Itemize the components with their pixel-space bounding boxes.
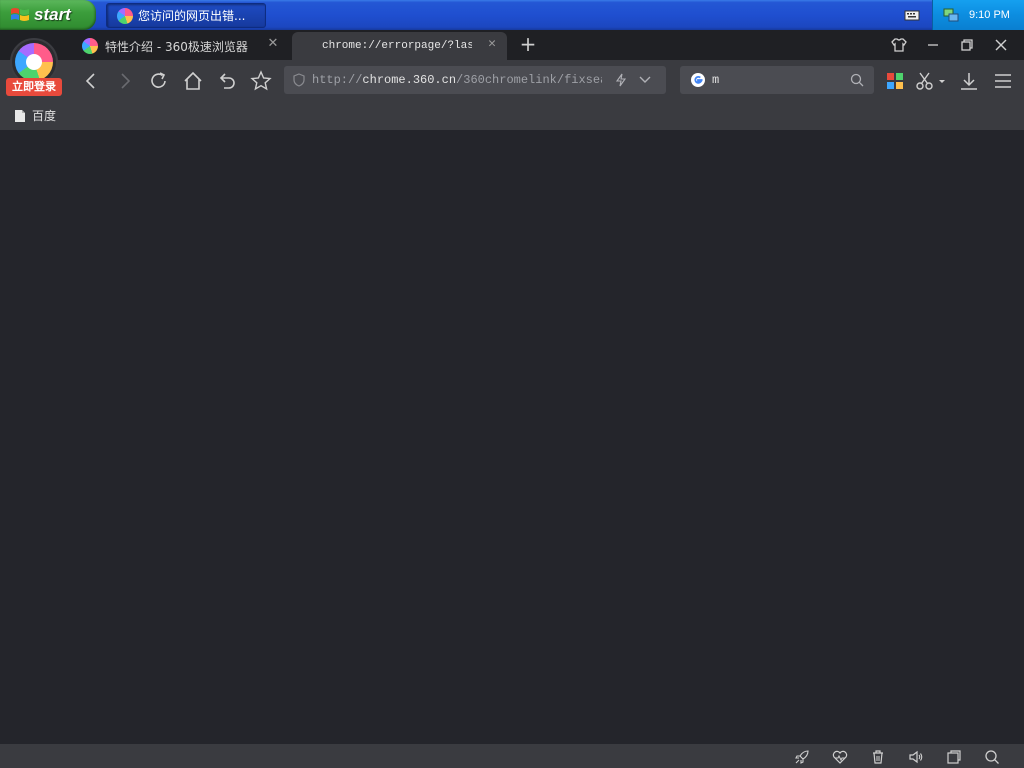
apps-grid-icon[interactable] bbox=[884, 70, 906, 92]
url-prefix: http:// bbox=[312, 73, 363, 87]
new-tab-button[interactable]: + bbox=[518, 34, 538, 54]
browser-360-icon bbox=[117, 7, 133, 24]
restore-icon[interactable] bbox=[958, 36, 976, 54]
close-tab-icon[interactable]: ✕ bbox=[485, 37, 499, 51]
taskbar-item-browser[interactable]: 您访问的网页出错... bbox=[106, 3, 266, 28]
url-path: /360chromelink/fixsear bbox=[456, 73, 602, 87]
bookmarks-bar: 百度 bbox=[0, 100, 1024, 130]
system-tray: 9:10 PM bbox=[932, 0, 1024, 30]
page-content bbox=[0, 130, 1024, 744]
start-label: start bbox=[34, 5, 71, 24]
user-avatar[interactable]: 立即登录 bbox=[6, 36, 62, 98]
browser-360-logo-icon bbox=[15, 43, 53, 81]
close-icon[interactable] bbox=[992, 36, 1010, 54]
tab-errorpage[interactable]: chrome://errorpage/?lastur ✕ bbox=[292, 32, 507, 60]
tab-label: 特性介绍 - 360极速浏览器 bbox=[105, 39, 248, 54]
search-input[interactable]: m bbox=[712, 73, 719, 87]
trash-icon[interactable] bbox=[870, 749, 886, 765]
toolbar: http://chrome.360.cn/360chromelink/fixse… bbox=[0, 60, 1024, 100]
star-icon[interactable] bbox=[250, 70, 272, 92]
undo-close-icon[interactable] bbox=[216, 70, 238, 92]
health-heart-icon[interactable] bbox=[832, 749, 848, 765]
home-icon[interactable] bbox=[182, 70, 204, 92]
keyboard-icon[interactable] bbox=[904, 8, 920, 22]
tab-label: chrome://errorpage/?lastur bbox=[322, 40, 472, 52]
clock[interactable]: 9:10 PM bbox=[969, 9, 1010, 21]
menu-icon[interactable] bbox=[992, 70, 1014, 92]
back-arrow-icon[interactable] bbox=[80, 70, 102, 92]
search-icon[interactable] bbox=[850, 73, 864, 87]
close-tab-icon[interactable]: ✕ bbox=[266, 37, 280, 51]
bookmark-baidu[interactable]: 百度 bbox=[14, 107, 56, 124]
window-icon[interactable] bbox=[946, 749, 962, 765]
reload-icon[interactable] bbox=[148, 70, 170, 92]
google-icon bbox=[691, 73, 705, 87]
chevron-down-icon[interactable] bbox=[638, 74, 652, 86]
windows-flag-icon bbox=[11, 8, 29, 21]
search-icon[interactable] bbox=[984, 749, 1000, 765]
document-icon bbox=[15, 109, 25, 122]
taskbar-item-label: 您访问的网页出错... bbox=[138, 9, 246, 23]
tab-features[interactable]: 特性介绍 - 360极速浏览器 ✕ bbox=[70, 32, 288, 60]
address-url[interactable]: http://chrome.360.cn/360chromelink/fixse… bbox=[312, 73, 602, 87]
chevron-down-icon[interactable] bbox=[936, 70, 948, 92]
login-button[interactable]: 立即登录 bbox=[6, 78, 62, 96]
browser-360-icon bbox=[82, 38, 98, 54]
scissors-icon[interactable] bbox=[914, 70, 936, 92]
start-button[interactable]: start bbox=[0, 0, 96, 30]
url-host: chrome.360.cn bbox=[362, 73, 457, 87]
taskbar: start 您访问的网页出错... 9:10 PM bbox=[0, 0, 1024, 30]
rocket-icon[interactable] bbox=[794, 749, 810, 765]
network-icon[interactable] bbox=[943, 8, 959, 22]
download-icon[interactable] bbox=[958, 70, 980, 92]
security-shield-icon bbox=[293, 73, 305, 87]
bookmark-label: 百度 bbox=[32, 109, 57, 123]
address-bar[interactable]: http://chrome.360.cn/360chromelink/fixse… bbox=[284, 66, 666, 94]
forward-arrow-icon[interactable] bbox=[114, 70, 136, 92]
search-box[interactable]: m bbox=[680, 66, 874, 94]
lightning-icon[interactable] bbox=[614, 73, 628, 87]
shirt-icon[interactable] bbox=[890, 36, 908, 54]
tab-bar: 特性介绍 - 360极速浏览器 ✕ chrome://errorpage/?la… bbox=[0, 30, 1024, 60]
browser-window: 特性介绍 - 360极速浏览器 ✕ chrome://errorpage/?la… bbox=[0, 30, 1024, 768]
sound-icon[interactable] bbox=[908, 749, 924, 765]
status-bar bbox=[0, 744, 1024, 768]
minimize-icon[interactable] bbox=[924, 36, 942, 54]
